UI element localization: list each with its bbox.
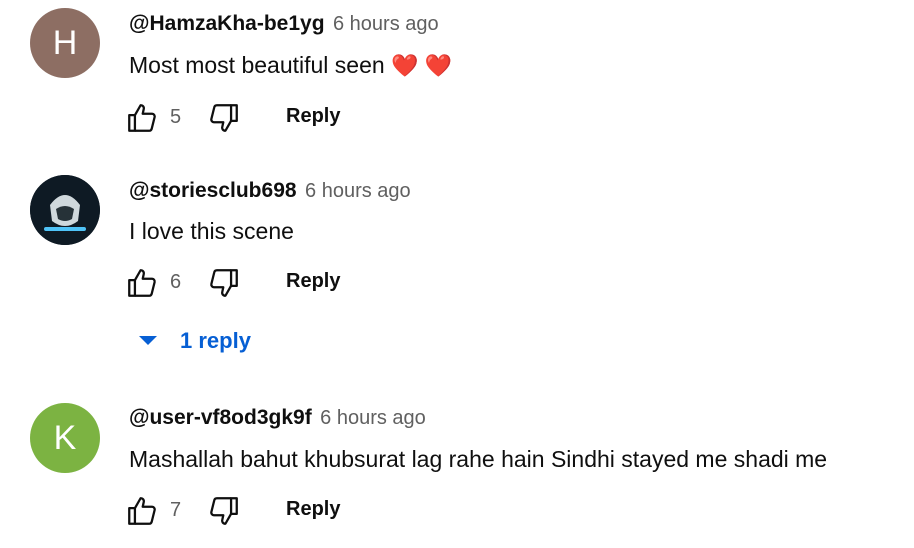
comment-time[interactable]: 6 hours ago <box>320 407 426 429</box>
author-name[interactable]: @HamzaKha-be1yg <box>129 12 325 35</box>
channel-logo-icon <box>30 175 100 245</box>
comment-text: I love this scene <box>129 218 294 244</box>
dislike-button[interactable] <box>206 493 242 529</box>
reply-button[interactable]: Reply <box>286 270 340 293</box>
replies-toggle-button[interactable]: 1 reply <box>138 328 251 354</box>
reply-button[interactable]: Reply <box>286 105 340 128</box>
comment-time[interactable]: 6 hours ago <box>333 13 439 35</box>
avatar[interactable]: K <box>30 403 100 473</box>
comment-time[interactable]: 6 hours ago <box>305 180 411 202</box>
comment-header: @HamzaKha-be1yg 6 hours ago <box>129 12 439 36</box>
thumbs-up-icon <box>128 497 156 525</box>
comment-header: @storiesclub698 6 hours ago <box>129 179 411 203</box>
author-name[interactable]: @storiesclub698 <box>129 179 297 202</box>
heart-emoji: ❤️ ❤️ <box>391 53 452 78</box>
caret-down-icon <box>139 336 157 345</box>
dislike-button[interactable] <box>206 265 242 301</box>
thumbs-up-icon <box>128 104 156 132</box>
like-count: 5 <box>170 106 182 128</box>
comment-text: Mashallah bahut khubsurat lag rahe hain … <box>129 446 828 472</box>
thumbs-down-icon <box>210 269 238 297</box>
avatar[interactable]: H <box>30 8 100 78</box>
dislike-button[interactable] <box>206 100 242 136</box>
avatar-letter: K <box>53 418 77 457</box>
replies-count-label: 1 reply <box>180 328 251 353</box>
avatar[interactable] <box>30 175 100 245</box>
avatar-letter: H <box>52 23 78 62</box>
reply-button[interactable]: Reply <box>286 498 340 521</box>
thumbs-down-icon <box>210 104 238 132</box>
comment-header: @user-vf8od3gk9f 6 hours ago <box>129 406 426 430</box>
thumbs-up-icon <box>128 269 156 297</box>
comment-text: Most most beautiful seen ❤️ ❤️ <box>129 52 452 79</box>
like-button[interactable] <box>124 493 160 529</box>
author-name[interactable]: @user-vf8od3gk9f <box>129 406 312 429</box>
like-count: 7 <box>170 499 182 521</box>
like-count: 6 <box>170 271 182 293</box>
like-button[interactable] <box>124 265 160 301</box>
comment-text-body: Most most beautiful seen <box>129 52 385 78</box>
thumbs-down-icon <box>210 497 238 525</box>
like-button[interactable] <box>124 100 160 136</box>
